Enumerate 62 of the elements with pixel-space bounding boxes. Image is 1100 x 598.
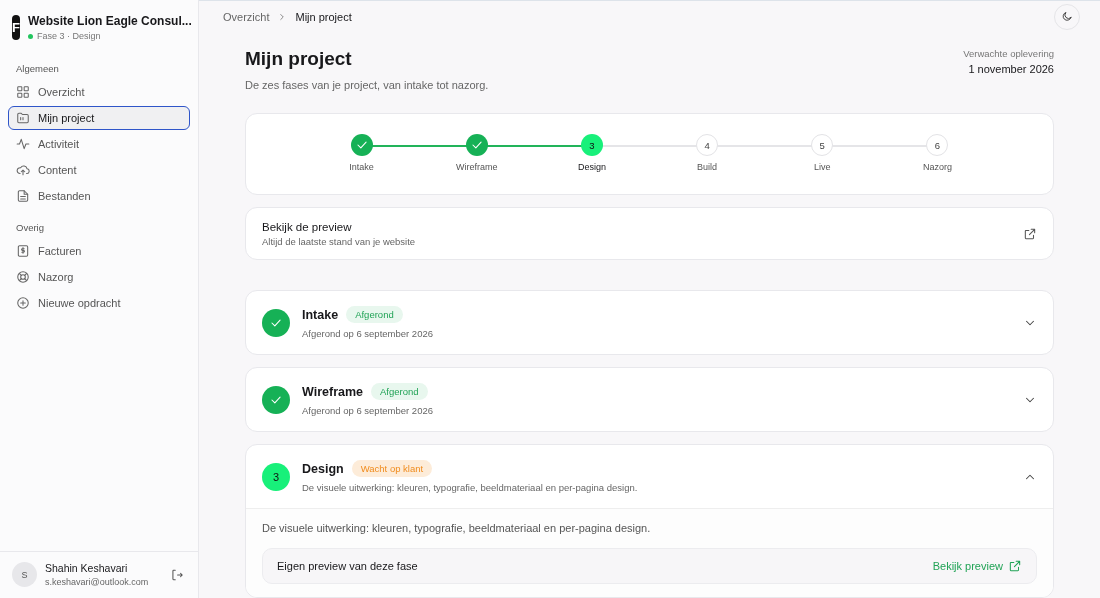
open-preview-button[interactable] — [1023, 227, 1037, 241]
phase-title: Design — [302, 461, 344, 476]
breadcrumb-item[interactable]: Overzicht — [223, 10, 270, 23]
status-badge: Wacht op klant — [351, 460, 433, 477]
section-heading: Overig — [15, 221, 45, 235]
moon-icon — [1061, 10, 1073, 23]
user-email: s.keshavari@outlook.com — [45, 577, 149, 587]
sidebar-item[interactable]: Overzicht — [8, 80, 190, 104]
delivery-label: Verwachte oplevering — [963, 48, 1054, 59]
step-label: Live — [814, 162, 831, 172]
external-link-icon — [1008, 559, 1022, 573]
lifebuoy-icon — [16, 270, 30, 284]
activity-icon — [16, 137, 30, 151]
step-circle: 3 — [580, 134, 603, 156]
phase-description: De visuele uitwerking: kleuren, typografie, beeldmateriaal en per-pagina design. — [262, 522, 652, 534]
step-circle: 5 — [811, 134, 834, 156]
sidebar-item[interactable]: Mijn project — [8, 106, 190, 130]
sidebar-item[interactable]: Content — [8, 158, 190, 182]
phase-title: Intake — [302, 307, 339, 322]
step-label: Wireframe — [456, 162, 498, 172]
user-avatar: S — [12, 562, 37, 587]
external-link-icon — [1023, 227, 1037, 241]
logout-icon — [170, 567, 184, 582]
sidebar-item[interactable]: Nazorg — [8, 265, 190, 289]
step-label: Nazorg — [922, 162, 952, 172]
delivery-date: 1 november 2026 — [967, 63, 1054, 75]
theme-toggle-button[interactable] — [1054, 3, 1080, 30]
preview-subtitle: Altijd de laatste stand van je website — [262, 236, 416, 247]
step-label: Design — [577, 162, 606, 172]
page-subtitle: De zes fases van je project, van intake tot nazorg. — [245, 79, 489, 91]
breadcrumb-item: Mijn project — [295, 10, 352, 23]
sidebar-item[interactable]: Activiteit — [8, 132, 190, 156]
phase-subtitle: Afgerond op 6 september 2026 — [302, 405, 433, 416]
folder-icon — [16, 111, 30, 125]
phase-title: Wireframe — [302, 384, 364, 399]
preview-card[interactable]: Bekijk de preview Altijd de laatste stand van je website — [245, 207, 1054, 260]
status-dot-icon — [27, 33, 33, 39]
grid-icon — [16, 85, 30, 99]
sidebar-item[interactable]: Bestanden — [8, 184, 190, 208]
step-circle: 4 — [696, 134, 719, 156]
step-label: Build — [697, 162, 718, 172]
phase-status-circle: 3 — [262, 462, 290, 491]
document-icon — [16, 189, 30, 203]
cloud-upload-icon — [16, 163, 30, 177]
sidebar-item[interactable]: Nieuwe opdracht — [8, 291, 190, 315]
step-label: Intake — [349, 162, 374, 172]
phase-subtitle: De visuele uitwerking: kleuren, typografie, beeldmateriaal en per-pagina design. — [302, 482, 638, 493]
preview-title: Bekijk de preview — [262, 221, 353, 233]
phase-preview-label: Eigen preview van deze fase — [277, 560, 418, 572]
status-badge: Afgerond — [346, 306, 403, 323]
invoice-icon — [16, 244, 30, 258]
project-logo: F — [12, 15, 20, 40]
plus-circle-icon — [16, 296, 30, 310]
phase-subtitle: Afgerond op 6 september 2026 — [302, 328, 433, 339]
section-heading: Algemeen — [15, 62, 60, 76]
step-circle: 6 — [926, 134, 949, 156]
sidebar-item[interactable]: Facturen — [8, 239, 190, 263]
page-title: Mijn project — [245, 48, 353, 70]
project-status: Fase 3 · Design — [36, 31, 101, 41]
status-badge: Afgerond — [371, 383, 428, 400]
user-name: Shahin Keshavari — [45, 562, 129, 574]
project-name: Website Lion Eagle Consul... — [27, 14, 192, 28]
